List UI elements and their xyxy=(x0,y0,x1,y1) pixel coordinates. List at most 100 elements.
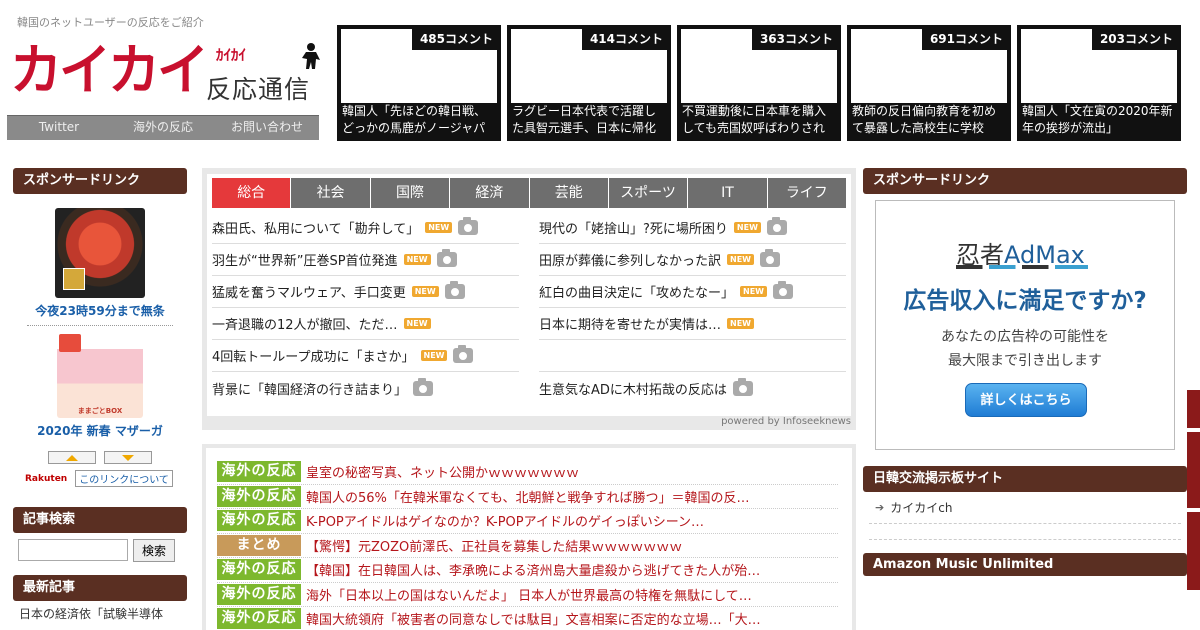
new-badge: NEW xyxy=(403,318,431,329)
camera-icon xyxy=(773,281,793,299)
news-item[interactable]: 4回転トーループ成功に「まさか」 NEW xyxy=(212,340,519,372)
feed-title-link[interactable]: 皇室の秘密写真、ネット公開かｗｗｗｗｗｗｗ xyxy=(306,462,579,481)
edge-side-tab[interactable] xyxy=(1187,512,1200,590)
feed-title-link[interactable]: 【韓国】在日韓国人は、李承晩による済州島大量虐殺から逃げてきた人が殆… xyxy=(306,560,760,579)
about-this-link[interactable]: このリンクについて xyxy=(75,470,173,487)
news-title: 田原が葬儀に参列しなかった訳 xyxy=(539,254,722,269)
search-form: 検索 xyxy=(13,533,187,568)
admax-logo-bars xyxy=(956,265,1088,269)
sponsored-ad-crab[interactable]: 今夜23時59分まで無条 xyxy=(13,208,187,319)
tab-general[interactable]: 総合 xyxy=(212,178,291,208)
feed-title-link[interactable]: 韓国大統領府「被害者の同意なしでは駄目」文喜相案に否定的な立場…「大… xyxy=(306,609,761,628)
new-badge: NEW xyxy=(420,350,448,361)
feed-title-link[interactable]: K-POPアイドルはゲイなのか？K-POPアイドルのゲイっぽいシーン… xyxy=(306,511,704,530)
tab-international[interactable]: 国際 xyxy=(370,178,450,208)
admax-details-button[interactable]: 詳しくはこちら xyxy=(965,383,1087,417)
camera-icon xyxy=(413,377,434,396)
news-item[interactable]: 羽生が“世界新”圧巻SP首位発進 NEW xyxy=(212,244,519,276)
feed-row[interactable]: まとめ 【驚愕】元ZOZO前澤氏、正社員を募集した結果ｗｗｗｗｗｗｗ xyxy=(217,534,838,558)
comment-count: 414コメント xyxy=(581,29,667,50)
search-button[interactable]: 検索 xyxy=(133,539,175,562)
new-badge: NEW xyxy=(403,254,431,265)
featured-article[interactable]: 691コメント 教師の反日偏向教育を初めて暴露した高校生に学校側、書 xyxy=(847,25,1011,141)
camera-icon xyxy=(458,217,479,235)
comment-count: 203コメント xyxy=(1091,29,1177,50)
logo-main-text: カイカイ xyxy=(10,39,209,103)
feed-row[interactable]: 海外の反応 【韓国】在日韓国人は、李承晩による済州島大量虐殺から逃げてきた人が殆… xyxy=(217,558,838,583)
news-title: 背景に「韓国経済の行き詰まり」 xyxy=(212,382,408,398)
edge-side-tab[interactable] xyxy=(1187,390,1200,428)
ninja-figure-icon xyxy=(302,43,320,69)
sponsored-ad-box[interactable]: ままごとBOX 2020年 新春 マザーガ xyxy=(13,332,187,439)
news-item[interactable]: 紅白の曲目決定に「攻めたなー」 NEW xyxy=(539,276,846,308)
nav-overseas-reaction[interactable]: 海外の反応 xyxy=(111,116,215,140)
latest-article-link[interactable]: 日本の経済依「試験半導体 xyxy=(13,601,187,626)
news-title: 羽生が“世界新”圧巻SP首位発進 xyxy=(212,254,398,269)
feed-title-link[interactable]: 海外「日本以上の国はないんだよ」 日本人が世界最高の特権を無駄にして… xyxy=(306,585,752,604)
featured-articles: 485コメント 韓国人「先ほどの韓日戦、どっかの馬鹿がノージャパンの 414コメ… xyxy=(337,25,1181,141)
search-input[interactable] xyxy=(18,539,128,561)
feed-category-tag: 海外の反応 xyxy=(217,559,301,581)
news-item[interactable]: 日本に期待を寄せたが実情は… NEW xyxy=(539,308,846,340)
new-badge: NEW xyxy=(740,286,767,297)
featured-article[interactable]: 363コメント 不買運動後に日本車を購入しても売国奴呼ばわりされない xyxy=(677,25,841,141)
ad-link-crab[interactable]: 今夜23時59分まで無条 xyxy=(13,302,187,319)
featured-article[interactable]: 414コメント ラグビー日本代表で活躍した具智元選手、日本に帰化＝韓 xyxy=(507,25,671,141)
site-logo[interactable]: カイカイ ｶｲｶｲ 反応通信 xyxy=(10,40,320,110)
ninja-admax-ad[interactable]: 忍者AdMax 広告収入に満足ですか? あなたの広告枠の可能性を 最大限まで引き… xyxy=(875,200,1175,450)
carousel-up-button[interactable] xyxy=(48,451,96,464)
news-title: 日本に期待を寄せたが実情は… xyxy=(539,318,722,333)
news-item[interactable]: 森田氏、私用について「勘弁して」 NEW xyxy=(212,212,519,244)
featured-article[interactable]: 485コメント 韓国人「先ほどの韓日戦、どっかの馬鹿がノージャパンの xyxy=(337,25,501,141)
news-title: 一斉退職の12人が撤回、ただ… xyxy=(212,318,398,333)
feed-row[interactable]: 海外の反応 韓国人の56%「在韓米軍なくても、北朝鮮と戦争すれば勝つ」＝韓国の反… xyxy=(217,485,838,509)
rakuten-row: Rakuten このリンクについて xyxy=(13,470,187,487)
admax-headline: 広告収入に満足ですか? xyxy=(903,288,1147,314)
feed-category-tag: 海外の反応 xyxy=(217,485,301,507)
news-item[interactable]: 生意気なADに木村拓哉の反応は xyxy=(539,372,846,404)
tab-sports[interactable]: スポーツ xyxy=(608,178,688,208)
mamagoto-box-image[interactable]: ままごとBOX xyxy=(57,332,143,418)
feed-row[interactable]: 海外の反応 K-POPアイドルはゲイなのか？K-POPアイドルのゲイっぽいシーン… xyxy=(217,509,838,534)
left-sidebar: スポンサードリンク 今夜23時59分まで無条 ままごとBOX 2020年 新春 … xyxy=(13,168,187,626)
featured-caption: ラグビー日本代表で活躍した具智元選手、日本に帰化＝韓 xyxy=(511,103,667,137)
new-badge: NEW xyxy=(425,222,453,233)
camera-icon xyxy=(732,377,753,396)
edge-side-tab[interactable] xyxy=(1187,432,1200,508)
feed-row[interactable]: 海外の反応 韓国大統領府「被害者の同意なしでは駄目」文喜相案に否定的な立場…「大… xyxy=(217,607,838,630)
rakuten-logo[interactable]: Rakuten xyxy=(25,474,67,484)
carousel-down-button[interactable] xyxy=(104,451,152,464)
feed-category-tag: 海外の反応 xyxy=(217,583,301,605)
news-item[interactable]: 田原が葬儀に参列しなかった訳 NEW xyxy=(539,244,846,276)
feed-row[interactable]: 海外の反応 海外「日本以上の国はないんだよ」 日本人が世界最高の特権を無駄にして… xyxy=(217,583,838,607)
latest-articles-heading: 最新記事 xyxy=(13,575,187,601)
tab-entertainment[interactable]: 芸能 xyxy=(529,178,608,208)
nav-twitter[interactable]: Twitter xyxy=(7,116,111,140)
tab-it[interactable]: IT xyxy=(688,178,767,208)
news-item[interactable]: 背景に「韓国経済の行き詰まり」 xyxy=(212,372,519,404)
news-category-tabs: 総合 社会 国際 経済 芸能 スポーツ IT ライフ xyxy=(212,178,846,208)
feed-category-tag: 海外の反応 xyxy=(217,608,301,630)
featured-article[interactable]: 203コメント 韓国人「文在寅の2020年新年の挨拶が流出」 xyxy=(1017,25,1181,141)
amazon-music-heading: Amazon Music Unlimited xyxy=(863,553,1187,576)
feed-category-tag: 海外の反応 xyxy=(217,510,301,532)
new-badge: NEW xyxy=(733,222,761,233)
ad-link-mother-garden[interactable]: 2020年 新春 マザーガ xyxy=(13,422,187,439)
feed-title-link[interactable]: 韓国人の56%「在韓米軍なくても、北朝鮮と戦争すれば勝つ」＝韓国の反… xyxy=(306,487,749,506)
site-tagline: 韓国のネットユーザーの反応をご紹介 xyxy=(17,16,204,29)
camera-icon xyxy=(436,249,457,267)
crab-product-image[interactable] xyxy=(55,208,145,298)
feed-title-link[interactable]: 【驚愕】元ZOZO前澤氏、正社員を募集した結果ｗｗｗｗｗｗｗ xyxy=(306,536,682,555)
tab-life[interactable]: ライフ xyxy=(767,178,846,208)
feed-row[interactable]: 海外の反応 皇室の秘密写真、ネット公開かｗｗｗｗｗｗｗ xyxy=(217,460,838,485)
new-badge: NEW xyxy=(727,254,754,265)
news-item[interactable]: 現代の「姥捨山」?死に場所困り NEW xyxy=(539,212,846,244)
box-label: ままごとBOX xyxy=(77,407,123,415)
tab-economy[interactable]: 経済 xyxy=(450,178,529,208)
news-item[interactable]: 猛威を奮うマルウェア、手口変更 NEW xyxy=(212,276,519,308)
divider xyxy=(27,325,173,326)
forum-link-kaikaich[interactable]: ➔ カイカイch xyxy=(869,492,1181,524)
news-item[interactable]: 一斉退職の12人が撤回、ただ… NEW xyxy=(212,308,519,340)
tab-society[interactable]: 社会 xyxy=(291,178,370,208)
nav-contact[interactable]: お問い合わせ xyxy=(215,116,319,140)
